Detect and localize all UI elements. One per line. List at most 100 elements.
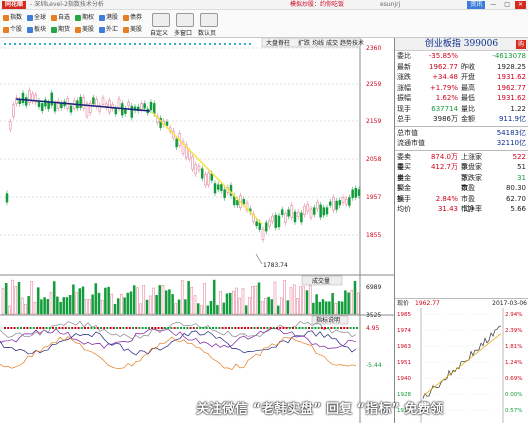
signal-dot [167, 327, 170, 329]
toolbar-sector[interactable]: 板块 [26, 25, 48, 35]
quote-value: +1.79% [429, 83, 458, 92]
multiwindow-label: 多窗口 [174, 30, 193, 37]
quote-label2 [461, 51, 483, 62]
toolbar-forex[interactable]: 外汇 [98, 25, 120, 35]
signal-dot [55, 327, 58, 329]
user-name[interactable]: esunjrj [380, 1, 400, 9]
volume-bar [161, 285, 165, 315]
volume-bar [40, 299, 43, 315]
candle-body [357, 189, 361, 196]
chart-panel[interactable]: 1783.74 大盘脊柱 扩跌 均线 成交 趋势 技术 2360 2259 21… [0, 38, 394, 423]
y-label-2: 2159 [366, 118, 381, 125]
quote-b-value2: 5.66 [510, 205, 526, 213]
candle-body [82, 97, 86, 109]
signal-dot [4, 327, 6, 329]
dot-marker [159, 43, 161, 45]
buy-tag[interactable]: 购 [515, 40, 526, 49]
volume-bar [17, 281, 21, 315]
quote-b-label2: 上涨家数 [461, 152, 482, 172]
signal-dot [215, 327, 218, 329]
candle-body [50, 92, 54, 106]
quote-label: 现手 [397, 104, 411, 113]
volume-bar [257, 282, 261, 315]
signal-dot [352, 327, 355, 329]
minimize-button[interactable]: — [487, 1, 499, 9]
quote-row: 涨幅 +1.79% 最高 1962.77 [395, 83, 528, 94]
candle-body [101, 97, 105, 105]
toolbar-stock[interactable]: 个股 [2, 25, 24, 35]
signal-dot [42, 327, 45, 329]
candle-body [127, 102, 130, 106]
volume-bar [219, 291, 222, 315]
signal-dot [320, 327, 323, 329]
signal-dot [260, 327, 262, 329]
mini-value: 1962.77 [415, 300, 440, 307]
candle-body [95, 99, 98, 107]
volume-bar [248, 297, 251, 315]
volume-bar [72, 284, 75, 315]
subtab-4: 趋势 [340, 39, 352, 47]
toolbar-us2[interactable]: 美股 [122, 25, 144, 35]
toolbar-bonds[interactable]: 债券 [122, 13, 144, 23]
signal-dot [74, 327, 77, 329]
toolbar-watchlist[interactable]: 自选 [50, 13, 72, 23]
volume-bar [155, 294, 158, 315]
toolbar-global[interactable]: 全球 [26, 13, 48, 23]
candle-body [191, 156, 194, 170]
signal-dot [266, 327, 269, 329]
candlestick-chart[interactable]: 1783.74 大盘脊柱 扩跌 均线 成交 趋势 技术 2360 2259 21… [0, 38, 394, 423]
dot-marker [104, 43, 106, 45]
signal-dot [151, 327, 154, 329]
toolbar-index[interactable]: 指数 [2, 13, 24, 23]
close-button[interactable]: ✕ [514, 1, 526, 9]
promo-link[interactable]: 模拟炒股：约你吃饭 [290, 1, 344, 9]
signal-dot [343, 327, 346, 329]
candle-body [143, 103, 146, 109]
volume-bar [206, 305, 210, 315]
signal-dot [45, 327, 48, 329]
candle-body [341, 197, 345, 204]
app-logo: 同花顺 [2, 1, 26, 9]
candle-body [130, 105, 134, 118]
maximize-button[interactable]: □ [501, 1, 513, 9]
custom-icon[interactable] [152, 13, 170, 27]
candle-body [207, 172, 210, 186]
y-label-1: 2259 [366, 81, 381, 88]
volume-bar [254, 285, 258, 315]
candle-body [40, 103, 44, 112]
volume-bar [14, 286, 18, 315]
volume-bar [75, 292, 78, 315]
volume-bar [94, 283, 98, 315]
volume-bar [4, 283, 8, 315]
signal-dot [250, 327, 253, 329]
volume-bar [1, 288, 5, 315]
candle-body [114, 108, 118, 115]
multiwindow-icon[interactable] [176, 13, 194, 27]
toolbar-hk[interactable]: 港股 [98, 13, 120, 23]
dot-marker [64, 43, 66, 45]
candle-body [236, 200, 239, 206]
candle-body [216, 184, 220, 190]
signal-dot [244, 327, 246, 329]
signal-dot [154, 327, 157, 329]
signal-dot [119, 327, 122, 329]
total-cap-value: 54183亿 [496, 128, 526, 137]
quote-value: 1.62% [435, 94, 458, 102]
volume-bar [84, 299, 88, 315]
toolbar-futures[interactable]: 期货 [50, 25, 72, 35]
volume-bar [104, 287, 107, 315]
toolbar-us[interactable]: 美股 [74, 25, 96, 35]
volume-bar [68, 295, 72, 315]
quote-title: 创业板指 399006 购 [395, 38, 528, 51]
signal-dot [295, 327, 298, 329]
toolbar-options[interactable]: 期权 [74, 13, 96, 23]
signal-dot [292, 327, 294, 329]
signal-dot [256, 327, 259, 329]
home-icon[interactable] [200, 13, 218, 27]
volume-bar [244, 305, 248, 315]
quote-value: 1962.77 [429, 62, 458, 71]
indicator-tab: 指标说明 [316, 316, 340, 324]
custom-label: 自定义 [150, 30, 169, 37]
quote-b-row: 委卖量 874.0万 上涨家数 522 [395, 152, 528, 172]
news-button[interactable]: 资讯 [467, 1, 486, 9]
